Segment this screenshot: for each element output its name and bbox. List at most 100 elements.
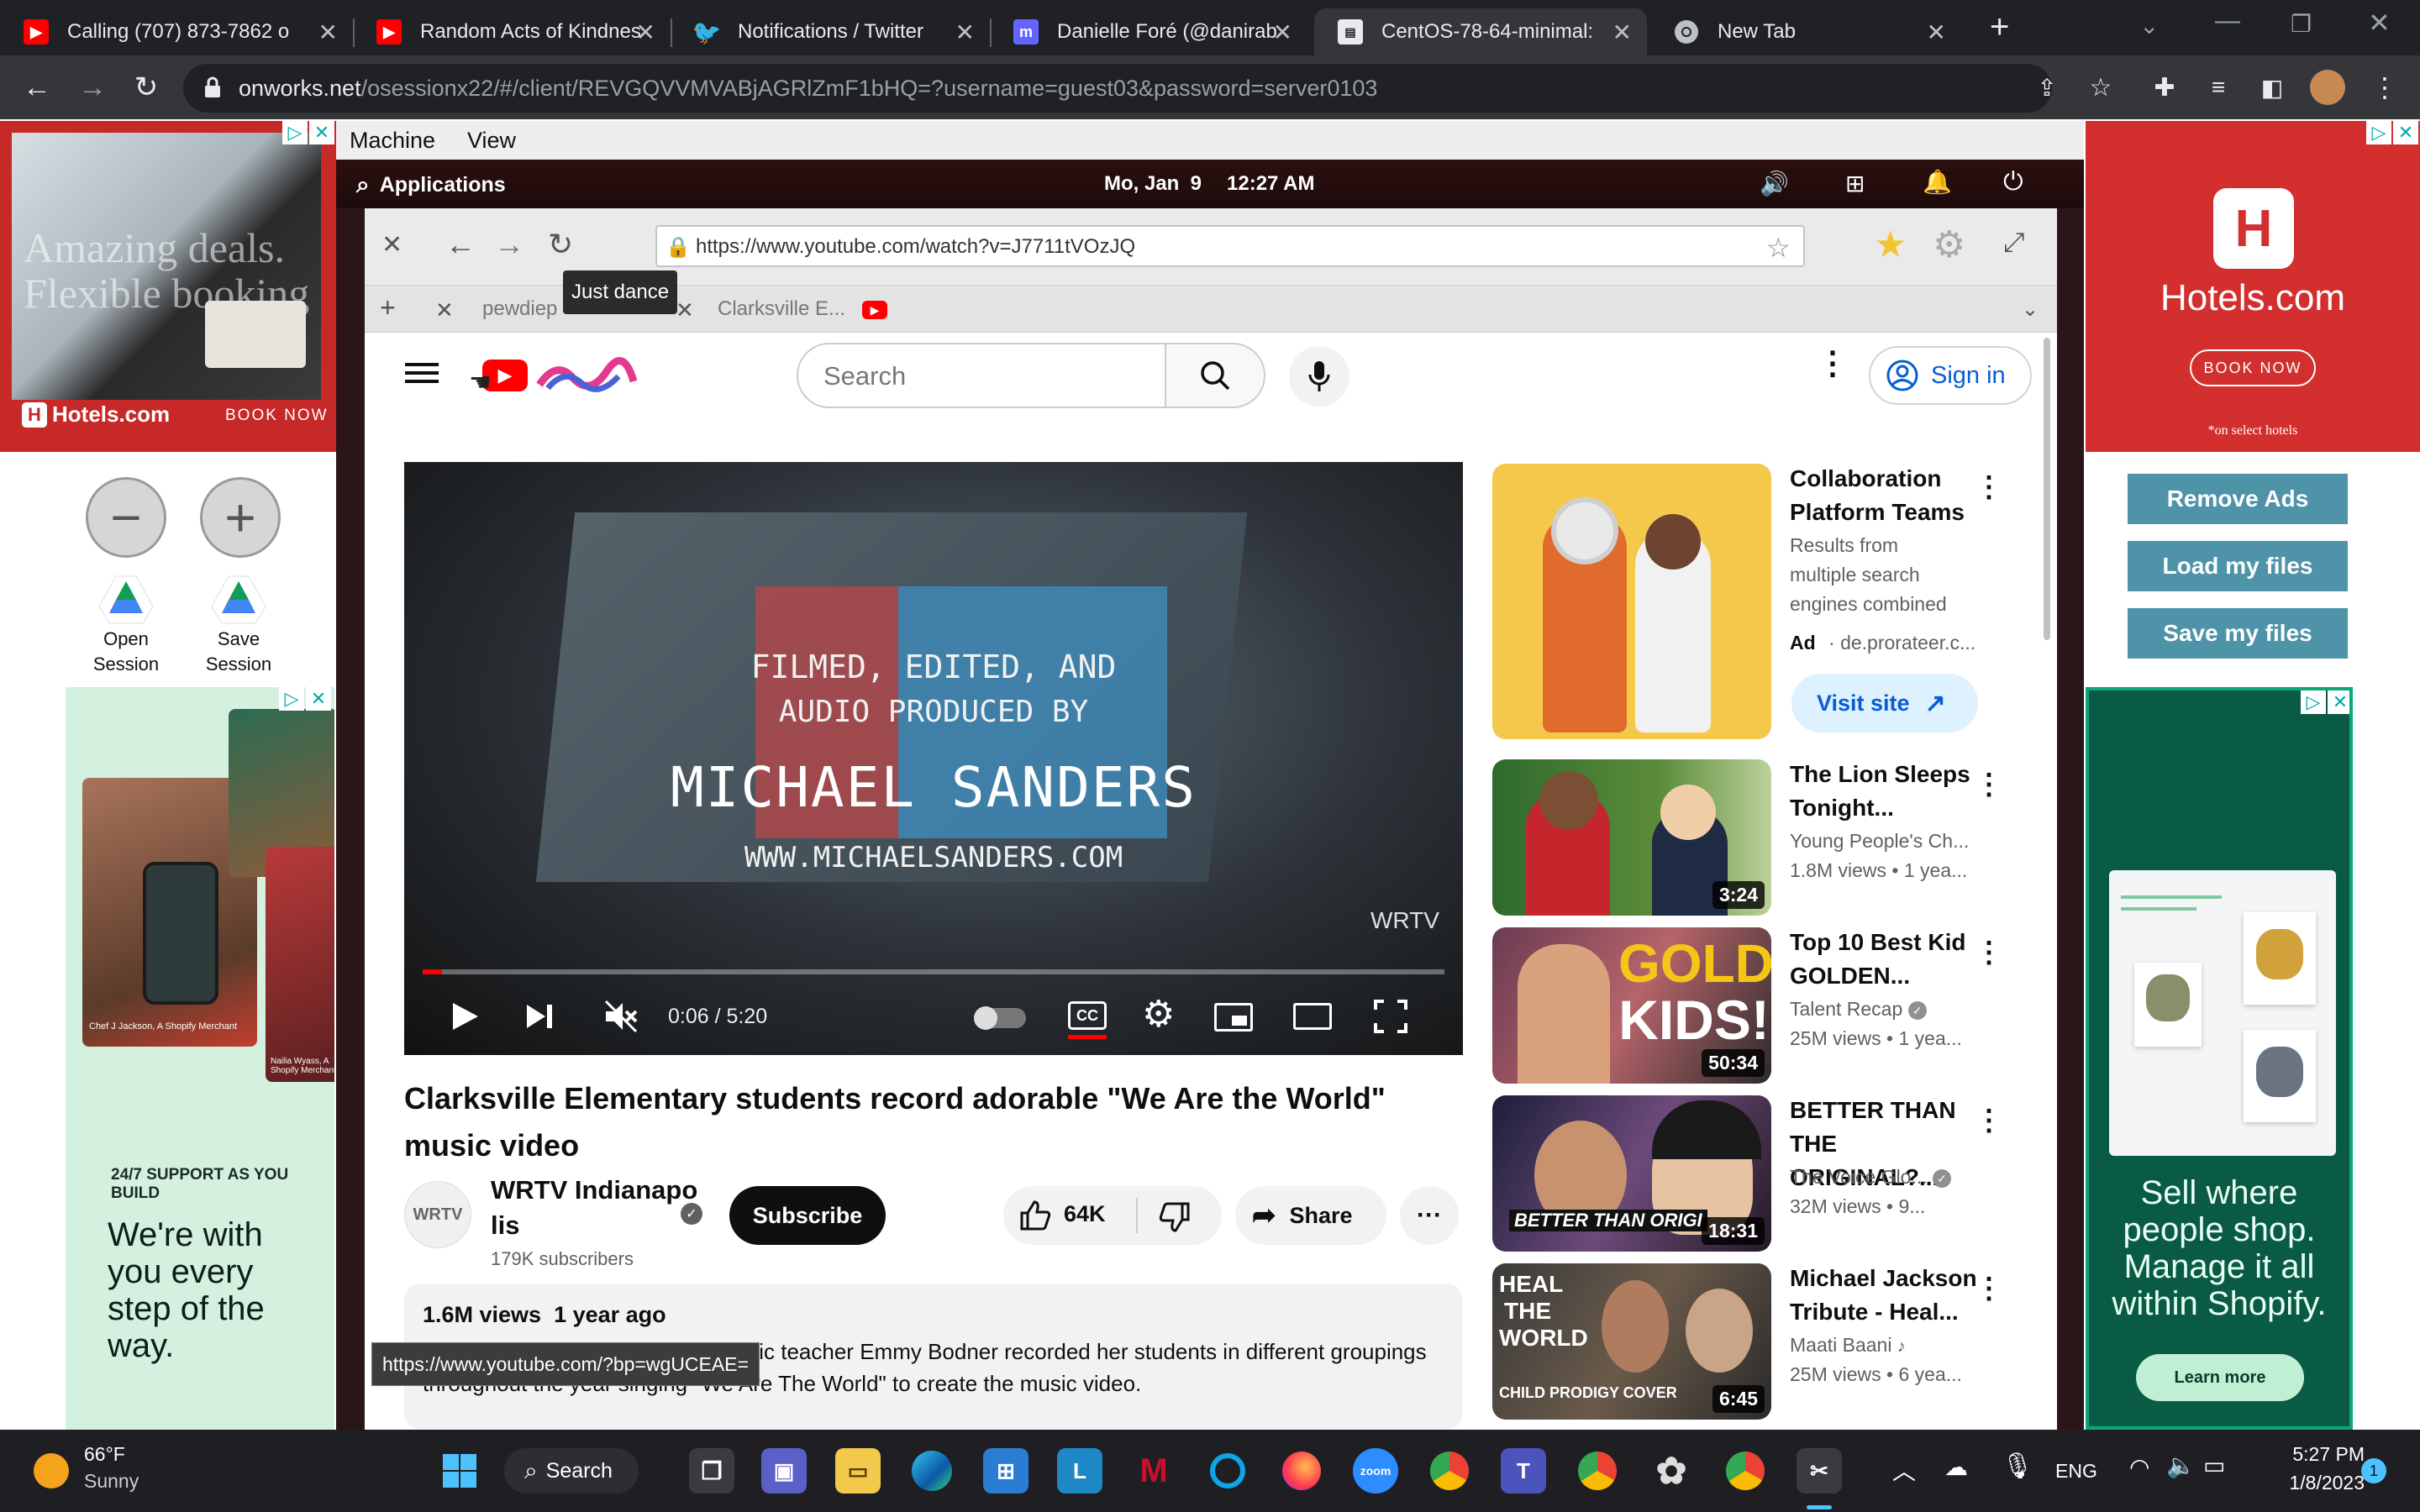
favorites-star-icon[interactable]: ★ — [1874, 223, 1907, 266]
voice-search-button[interactable] — [1289, 346, 1349, 407]
show-hidden-icons-chevron[interactable]: ︿ — [1892, 1453, 1916, 1487]
page-scrollbar[interactable] — [2044, 338, 2050, 640]
battery-icon[interactable]: ▭ — [2203, 1452, 2225, 1479]
reload-icon[interactable]: ↻ — [548, 227, 573, 262]
teams-icon[interactable]: T — [1501, 1448, 1546, 1494]
microsoft-store-icon[interactable]: ⊞ — [983, 1448, 1028, 1494]
bookmark-star-icon[interactable]: ☆ — [2081, 67, 2121, 108]
rec-menu-icon[interactable]: ⋮ — [1975, 938, 2003, 967]
channel-name[interactable]: WRTV Indianapolis — [491, 1173, 701, 1243]
input-language[interactable]: ENG — [2055, 1460, 2097, 1483]
close-icon[interactable]: ✕ — [955, 18, 975, 46]
close-icon[interactable]: ✕ — [636, 18, 655, 46]
autoplay-toggle[interactable] — [974, 1006, 1026, 1030]
taskbar-search[interactable]: ⌕ Search — [504, 1448, 639, 1494]
video-progress-bar[interactable] — [423, 969, 1444, 974]
menu-view[interactable]: View — [467, 128, 516, 154]
settings-kebab-icon[interactable]: ⋮ — [1817, 348, 1849, 380]
theater-mode-icon[interactable] — [1293, 1003, 1332, 1030]
chrome-canary-icon[interactable] — [1427, 1448, 1472, 1494]
taskbar-date[interactable]: 1/8/2023 — [2272, 1472, 2365, 1494]
fullscreen-icon[interactable]: ⤢ — [2003, 227, 2025, 259]
adchoices-icon[interactable]: ▷ — [2301, 690, 2326, 714]
windows-start-icon[interactable] — [437, 1448, 482, 1494]
rec-channel[interactable]: Maati Baani ♪ — [1790, 1331, 1906, 1362]
like-count[interactable]: 64K — [1064, 1201, 1106, 1227]
profile-avatar[interactable] — [2307, 67, 2348, 108]
rec-title[interactable]: Collaboration Platform Teams — [1790, 462, 1991, 529]
rec-title[interactable]: Top 10 Best Kid GOLDEN... — [1790, 926, 1991, 993]
forward-arrow-icon[interactable]: → — [494, 227, 524, 262]
gnome-clock[interactable]: 12:27 AM — [1227, 172, 1314, 196]
rec-thumbnail[interactable]: BETTER THAN ORIGI 18:31 — [1492, 1095, 1771, 1252]
captions-cc-icon[interactable]: CC — [1068, 1001, 1107, 1030]
file-explorer-icon[interactable]: ▭ — [835, 1448, 881, 1494]
lock-icon[interactable] — [203, 76, 222, 103]
shopify-ad-right[interactable]: Sell where people shop. Manage it all wi… — [2086, 687, 2353, 1430]
sign-in-button[interactable]: Sign in — [1869, 346, 2032, 405]
network-icon[interactable]: ⊞ — [1845, 170, 1865, 197]
onedrive-cloud-icon[interactable]: ☁ — [1944, 1453, 1968, 1481]
reload-icon[interactable]: ↻ — [126, 67, 166, 108]
rec-channel[interactable]: Young People's Ch... — [1790, 827, 1969, 856]
ad-close-icon[interactable]: ✕ — [2393, 121, 2418, 144]
chrome-menu-icon[interactable]: ⋮ — [2365, 67, 2405, 108]
rec-channel[interactable]: Talent Recap ✓ — [1790, 995, 1927, 1024]
wifi-icon[interactable]: ◠ — [2129, 1453, 2149, 1481]
side-panel-icon[interactable]: ◧ — [2252, 67, 2292, 108]
letter-l-app-icon[interactable]: L — [1057, 1448, 1102, 1494]
channel-avatar[interactable]: WRTV — [404, 1181, 471, 1248]
new-tab-plus-icon[interactable]: + — [1990, 8, 2009, 46]
dislike-button[interactable] — [1158, 1201, 1192, 1237]
youtube-search-input[interactable]: Search — [797, 343, 1166, 408]
share-icon[interactable]: ⇪ — [2027, 67, 2067, 108]
book-now-button[interactable]: BOOK NOW — [2190, 349, 2316, 386]
rec-menu-icon[interactable]: ⋮ — [1975, 1274, 2003, 1303]
chrome-profile-icon[interactable] — [1575, 1448, 1620, 1494]
save-session-label[interactable]: Save Session — [197, 627, 281, 677]
adchoices-icon[interactable]: ▷ — [279, 687, 304, 711]
close-window-icon[interactable]: ✕ — [381, 230, 402, 260]
back-arrow-icon[interactable]: ← — [445, 227, 476, 262]
hotels-ad-right[interactable]: H Hotels.com BOOK NOW *on select hotels … — [2086, 121, 2420, 452]
rec-thumbnail[interactable]: GOLDEN KIDS! 50:34 — [1492, 927, 1771, 1084]
firefox-icon[interactable] — [1279, 1448, 1324, 1494]
new-tab-plus-icon[interactable]: + — [380, 292, 396, 323]
volume-icon[interactable]: 🔊 — [1760, 170, 1789, 197]
address-bar[interactable]: onworks.net/osessionx22/#/client/REVGQVV… — [183, 64, 2052, 113]
close-icon[interactable]: ✕ — [1612, 18, 1632, 46]
ad-close-icon[interactable]: ✕ — [306, 687, 331, 711]
hotels-ad-left[interactable]: Amazing deals. Flexible booking H Hotels… — [0, 121, 336, 452]
tab-twitter[interactable]: 🐦 Notifications / Twitter ✕ — [671, 8, 990, 55]
settings-gear-icon[interactable]: ⚙ — [1933, 223, 1965, 266]
zoom-in-plus-button[interactable]: + — [200, 477, 281, 558]
hamburger-menu-icon[interactable] — [405, 358, 439, 388]
close-icon[interactable]: ✕ — [1927, 18, 1946, 46]
davinci-resolve-icon[interactable]: ✿ — [1649, 1448, 1694, 1494]
zoom-out-minus-button[interactable]: − — [86, 477, 166, 558]
teams-chat-icon[interactable]: ▣ — [761, 1448, 807, 1494]
visit-site-button[interactable]: Visit site ↗ — [1791, 674, 1978, 732]
edge-icon[interactable] — [909, 1448, 955, 1494]
back-arrow-icon[interactable]: ← — [17, 67, 57, 108]
subscribe-button[interactable]: Subscribe — [729, 1186, 886, 1245]
rec-title[interactable]: Michael Jackson Tribute - Heal... — [1790, 1262, 1991, 1329]
media-controls-icon[interactable]: ≡ — [2198, 67, 2238, 108]
miniplayer-icon[interactable] — [1214, 1003, 1253, 1032]
restore-icon[interactable]: ❐ — [2291, 10, 2312, 38]
tab-mastodon[interactable]: m Danielle Foré (@danirab ✕ — [990, 8, 1307, 55]
weather-temp[interactable]: 66°F — [84, 1443, 125, 1466]
weather-desc[interactable]: Sunny — [84, 1470, 139, 1493]
rec-channel[interactable]: The Voice Glo... ✓ — [1790, 1163, 1952, 1192]
adchoices-icon[interactable]: ▷ — [282, 121, 308, 144]
vm-tab-clarksville[interactable]: Clarksville E... — [718, 297, 845, 321]
menu-machine[interactable]: Machine — [350, 128, 435, 154]
vm-tab-pewdiep[interactable]: pewdiep — [482, 297, 557, 321]
video-player[interactable]: FILMED, EDITED, AND AUDIO PRODUCED BY MI… — [404, 462, 1463, 1055]
fullscreen-icon[interactable] — [1372, 998, 1409, 1039]
share-button[interactable]: ➦ Share — [1235, 1186, 1386, 1245]
chrome-icon[interactable] — [1723, 1448, 1768, 1494]
open-session-label[interactable]: Open Session — [84, 627, 168, 677]
rec-thumbnail[interactable]: 3:24 — [1492, 759, 1771, 916]
save-files-button[interactable]: Save my files — [2128, 608, 2348, 659]
